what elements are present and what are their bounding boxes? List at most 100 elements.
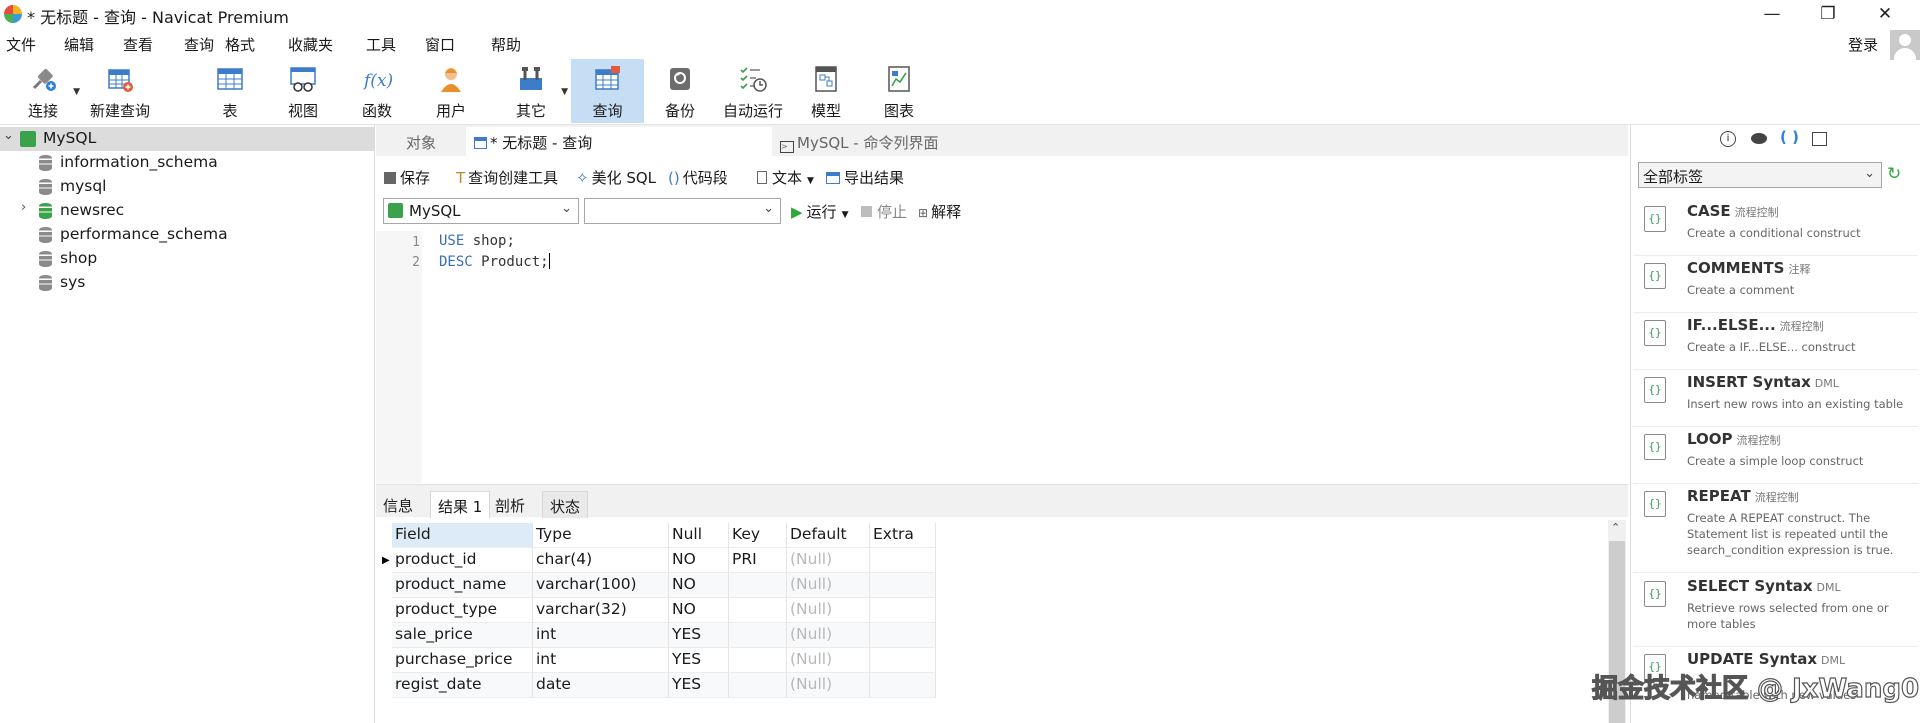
table-cell[interactable]: [870, 573, 936, 598]
table-cell[interactable]: YES: [669, 673, 729, 698]
tree-item-sys[interactable]: sys: [0, 271, 374, 295]
table-cell[interactable]: date: [533, 673, 669, 698]
code-snippet-button[interactable]: () 代码段: [668, 167, 728, 188]
menu-view[interactable]: 查看: [123, 34, 153, 55]
tab-info[interactable]: 信息: [376, 491, 420, 518]
tree-item-performance-schema[interactable]: performance_schema: [0, 223, 374, 247]
snippet-repeat[interactable]: {} REPEAT 流程控制 Create A REPEAT construct.…: [1633, 485, 1918, 573]
tree-item-newsrec[interactable]: › newsrec: [0, 199, 374, 223]
view-button[interactable]: 视图: [272, 59, 334, 123]
chevron-down-icon[interactable]: ⌄: [3, 128, 14, 143]
table-cell[interactable]: (Null): [787, 598, 870, 623]
backup-button[interactable]: 备份: [649, 59, 711, 123]
table-cell[interactable]: NO: [669, 598, 729, 623]
snippet-insert[interactable]: {} INSERT Syntax DML Insert new rows into…: [1633, 371, 1918, 427]
table-cell[interactable]: (Null): [787, 648, 870, 673]
run-button[interactable]: ▶ 运行 ▼: [791, 201, 848, 222]
tree-item-mysql-connection[interactable]: ⌄ MySQL: [0, 127, 374, 151]
table-cell[interactable]: char(4): [533, 548, 669, 573]
tab-profile[interactable]: 剖析: [488, 491, 532, 518]
new-query-button[interactable]: 新建查询: [86, 59, 154, 123]
eye-icon[interactable]: [1751, 133, 1767, 144]
panel-layout-icon[interactable]: [1812, 132, 1827, 146]
login-link[interactable]: 登录: [1848, 34, 1878, 55]
menu-window[interactable]: 窗口: [425, 34, 455, 55]
table-cell[interactable]: (Null): [787, 548, 870, 573]
menu-favorites[interactable]: 收藏夹: [288, 34, 333, 55]
column-header[interactable]: Null: [669, 523, 729, 548]
connection-dropdown-arrow[interactable]: ▼: [73, 87, 80, 97]
avatar[interactable]: [1890, 30, 1920, 60]
table-cell[interactable]: regist_date: [392, 673, 533, 698]
table-cell[interactable]: [870, 623, 936, 648]
table-cell[interactable]: [870, 548, 936, 573]
function-button[interactable]: f(x) 函数: [346, 59, 408, 123]
table-cell[interactable]: [729, 673, 787, 698]
table-cell[interactable]: (Null): [787, 573, 870, 598]
table-cell[interactable]: (Null): [787, 673, 870, 698]
table-cell[interactable]: [870, 598, 936, 623]
snippet-select[interactable]: {} SELECT Syntax DML Retrieve rows select…: [1633, 575, 1918, 647]
text-dropdown-arrow[interactable]: ▼: [807, 176, 814, 186]
tab-objects[interactable]: 对象: [376, 127, 466, 156]
user-button[interactable]: 用户: [420, 59, 482, 123]
tab-result-1[interactable]: 结果 1: [430, 491, 491, 518]
table-cell[interactable]: NO: [669, 573, 729, 598]
column-header[interactable]: Default: [787, 523, 870, 548]
menu-tools[interactable]: 工具: [366, 34, 396, 55]
table-cell[interactable]: int: [533, 623, 669, 648]
menu-format[interactable]: 格式: [225, 34, 255, 55]
tree-item-mysql[interactable]: mysql: [0, 175, 374, 199]
tab-mysql-console[interactable]: > MySQL - 命令列界面: [772, 127, 1074, 156]
tag-filter-select[interactable]: 全部标签 ⌄: [1638, 162, 1882, 188]
save-button[interactable]: 保存: [384, 167, 430, 188]
automation-button[interactable]: 自动运行: [720, 59, 786, 123]
beautify-sql-button[interactable]: ✧ 美化 SQL: [576, 167, 656, 188]
table-cell[interactable]: [870, 673, 936, 698]
column-header[interactable]: Extra: [870, 523, 936, 548]
code-line[interactable]: USE shop;: [439, 233, 515, 249]
table-cell[interactable]: PRI: [729, 548, 787, 573]
minimize-button[interactable]: —: [1745, 0, 1799, 29]
database-select[interactable]: ⌄: [584, 198, 781, 224]
sql-editor[interactable]: [376, 231, 1628, 483]
table-cell[interactable]: [729, 573, 787, 598]
column-header[interactable]: Field: [392, 523, 533, 548]
query-builder-button[interactable]: T 查询创建工具: [456, 167, 558, 188]
tab-untitled-query[interactable]: * 无标题 - 查询: [466, 127, 772, 156]
other-tools-dropdown-arrow[interactable]: ▼: [561, 87, 568, 97]
table-cell[interactable]: YES: [669, 623, 729, 648]
menu-help[interactable]: 帮助: [491, 34, 521, 55]
scroll-up-icon[interactable]: ⌃: [1611, 521, 1620, 534]
table-cell[interactable]: varchar(32): [533, 598, 669, 623]
connection-select[interactable]: MySQL ⌄: [383, 198, 579, 224]
snippet-case[interactable]: {} CASE 流程控制 Create a conditional constru…: [1633, 200, 1918, 256]
close-button[interactable]: ✕: [1858, 0, 1912, 29]
table-cell[interactable]: product_type: [392, 598, 533, 623]
stop-button[interactable]: 停止: [861, 201, 907, 222]
explain-button[interactable]: ⊞ 解释: [918, 201, 961, 222]
tree-item-information-schema[interactable]: information_schema: [0, 151, 374, 175]
table-cell[interactable]: purchase_price: [392, 648, 533, 673]
menu-edit[interactable]: 编辑: [64, 34, 94, 55]
tree-item-shop[interactable]: shop: [0, 247, 374, 271]
table-cell[interactable]: NO: [669, 548, 729, 573]
text-button[interactable]: 文本 ▼: [757, 167, 814, 188]
restore-button[interactable]: ❐: [1801, 0, 1855, 29]
code-line[interactable]: DESC Product;: [439, 253, 550, 270]
export-result-button[interactable]: 导出结果: [826, 167, 904, 188]
query-button[interactable]: 查询: [571, 59, 644, 123]
snippet-if-else[interactable]: {} IF...ELSE... 流程控制 Create a IF...ELSE..…: [1633, 314, 1918, 370]
table-cell[interactable]: [729, 648, 787, 673]
chart-button[interactable]: 图表: [868, 59, 930, 123]
chevron-right-icon[interactable]: ›: [21, 200, 26, 215]
refresh-icon[interactable]: ↻: [1887, 164, 1901, 184]
snippet-comments[interactable]: {} COMMENTS 注释 Create a comment: [1633, 257, 1918, 313]
table-cell[interactable]: [729, 598, 787, 623]
menu-query[interactable]: 查询: [184, 34, 214, 55]
code-brackets-icon[interactable]: ( ): [1780, 128, 1799, 146]
table-cell[interactable]: YES: [669, 648, 729, 673]
table-button[interactable]: 表: [199, 59, 261, 123]
column-header[interactable]: Type: [533, 523, 669, 548]
table-cell[interactable]: (Null): [787, 623, 870, 648]
